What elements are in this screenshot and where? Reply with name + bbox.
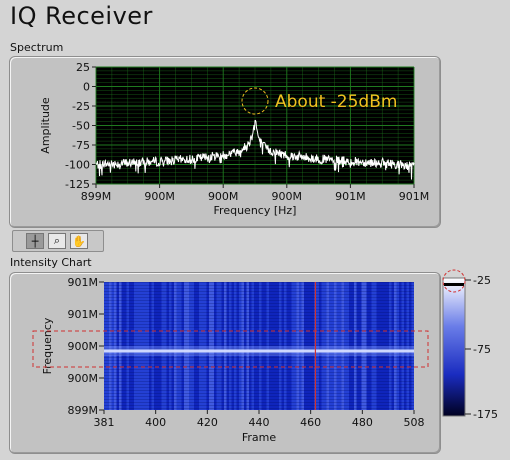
intensity-row-texture (104, 339, 414, 340)
intensity-row-texture (104, 375, 414, 376)
color-scale-tick-label: -25 (473, 274, 491, 287)
intensity-row-texture (104, 384, 414, 385)
intensity-x-tick-label: 508 (404, 416, 425, 429)
intensity-row-texture (104, 327, 414, 328)
intensity-row-texture (104, 405, 414, 406)
intensity-row-texture (104, 300, 414, 301)
intensity-chart: 901M901M900M900M899M381 400 420 440 460 480 50… (32, 269, 498, 444)
intensity-row-texture (104, 396, 414, 397)
intensity-x-tick-label: 460 (300, 416, 321, 429)
intensity-row-texture (104, 345, 414, 346)
intensity-row-texture (104, 318, 414, 319)
intensity-row-texture (104, 294, 414, 295)
intensity-row-texture (104, 381, 414, 382)
intensity-x-axis-title: Frame (242, 431, 277, 444)
intensity-row-texture (104, 363, 414, 364)
intensity-row-texture (104, 357, 414, 358)
color-scale-top-marker (444, 283, 464, 286)
intensity-row-texture (104, 390, 414, 391)
intensity-row-texture (104, 393, 414, 394)
intensity-row-texture (104, 306, 414, 307)
intensity-row-texture (104, 285, 414, 286)
intensity-y-axis-title: Frequency (41, 317, 54, 374)
intensity-y-tick-label: 900M (68, 372, 99, 385)
intensity-row-texture (104, 372, 414, 373)
intensity-x-tick-label: 400 (145, 416, 166, 429)
intensity-x-tick-label: 381 (94, 416, 115, 429)
intensity-row-texture (104, 369, 414, 370)
intensity-row-texture (104, 378, 414, 379)
intensity-row-texture (104, 282, 414, 283)
intensity-row-texture (104, 408, 414, 409)
intensity-row-texture (104, 387, 414, 388)
intensity-x-tick-label: 480 (352, 416, 373, 429)
intensity-row-texture (104, 297, 414, 298)
intensity-y-tick-label: 901M (68, 308, 99, 321)
intensity-row-texture (104, 303, 414, 304)
intensity-row-texture (104, 402, 414, 403)
intensity-row-texture (104, 291, 414, 292)
intensity-row-texture (104, 309, 414, 310)
intensity-row-texture (104, 342, 414, 343)
intensity-y-tick-label: 901M (68, 276, 99, 289)
intensity-row-texture (104, 360, 414, 361)
intensity-row-texture (104, 315, 414, 316)
intensity-row-texture (104, 399, 414, 400)
intensity-x-tick-label: 440 (249, 416, 270, 429)
intensity-row-texture (104, 336, 414, 337)
color-scale-tick-label: -75 (473, 343, 491, 356)
intensity-y-tick-label: 900M (68, 340, 99, 353)
intensity-row-texture (104, 324, 414, 325)
color-scale-tick-label: -175 (473, 408, 498, 421)
carrier-row-glow (104, 346, 414, 356)
intensity-x-tick-label: 420 (197, 416, 218, 429)
intensity-row-texture (104, 333, 414, 334)
intensity-row-texture (104, 288, 414, 289)
color-scale-bar (442, 277, 466, 417)
intensity-row-texture (104, 321, 414, 322)
intensity-row-texture (104, 312, 414, 313)
